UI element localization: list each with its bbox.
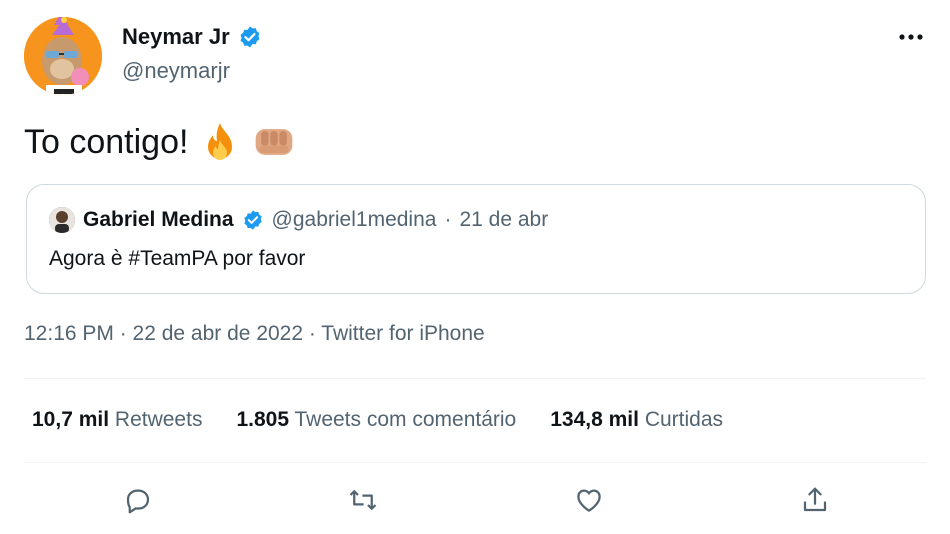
divider	[24, 378, 926, 379]
more-dots-icon	[899, 34, 923, 40]
bored-ape-avatar-icon	[24, 17, 102, 95]
reply-icon	[126, 489, 150, 514]
quoted-tweet-text: Agora è #TeamPA por favor	[49, 247, 306, 270]
retweet-icon	[349, 490, 377, 510]
retweet-button[interactable]	[343, 480, 383, 520]
verified-badge-icon	[240, 26, 260, 48]
quoted-tweet[interactable]: Gabriel Medina @gabriel1medina · 21 de a…	[26, 184, 926, 294]
quoted-tweet-header: Gabriel Medina @gabriel1medina · 21 de a…	[49, 207, 548, 233]
oncoming-fist-emoji-icon	[256, 129, 293, 155]
author-handle[interactable]: @neymarjr	[122, 58, 230, 84]
stat-likes[interactable]: 134,8 mil Curtidas	[550, 408, 723, 432]
tweet-body: To contigo!	[24, 120, 296, 164]
quoted-tweet-date[interactable]: 21 de abr	[459, 208, 548, 232]
tweet-timestamp[interactable]: 12:16 PM · 22 de abr de 2022 · Twitter f…	[24, 322, 485, 346]
stat-retweets[interactable]: 10,7 mil Retweets	[32, 408, 202, 432]
stat-value: 10,7 mil	[32, 408, 110, 431]
author-avatar[interactable]	[24, 17, 102, 95]
tweet-text: To contigo!	[24, 122, 189, 161]
stat-quote-tweets[interactable]: 1.805 Tweets com comentário	[236, 408, 516, 432]
fire-emoji-icon	[208, 123, 233, 160]
quoted-author-avatar[interactable]	[49, 207, 75, 233]
like-button[interactable]	[569, 480, 609, 520]
like-icon	[577, 489, 601, 512]
reply-button[interactable]	[118, 480, 158, 520]
share-icon	[803, 487, 827, 512]
quoted-author-name[interactable]: Gabriel Medina	[83, 208, 234, 232]
divider	[24, 462, 926, 463]
more-options-button[interactable]	[898, 24, 924, 50]
stat-label: Tweets com comentário	[294, 408, 517, 431]
quoted-author-handle[interactable]: @gabriel1medina	[272, 208, 437, 232]
stat-label: Curtidas	[644, 408, 724, 431]
author-name[interactable]: Neymar Jr	[122, 24, 230, 50]
quoted-avatar-icon	[49, 207, 75, 233]
meta-separator: ·	[444, 208, 452, 231]
action-bar	[0, 480, 950, 520]
author-name-row: Neymar Jr	[122, 24, 262, 50]
engagement-stats: 10,7 mil Retweets 1.805 Tweets com comen…	[32, 408, 723, 432]
stat-value: 1.805	[236, 408, 290, 431]
verified-badge-icon	[243, 210, 262, 230]
share-button[interactable]	[795, 480, 835, 520]
stat-label: Retweets	[114, 408, 203, 431]
stat-value: 134,8 mil	[550, 408, 639, 431]
